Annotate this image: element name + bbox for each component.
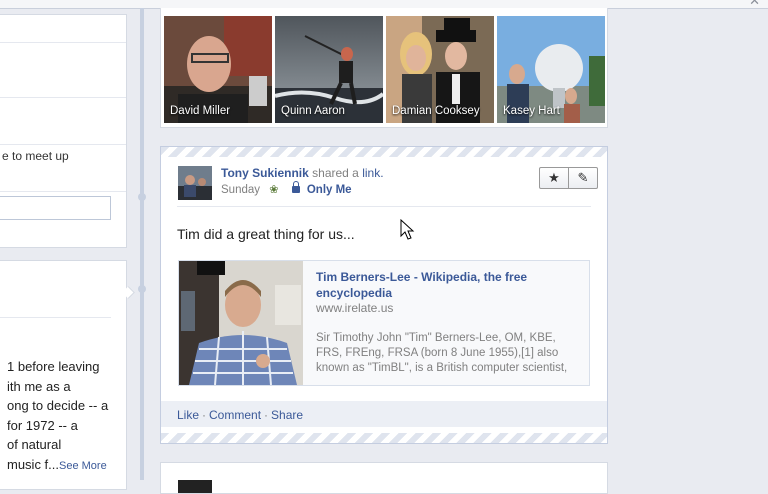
- close-icon[interactable]: ✕: [749, 0, 760, 9]
- post-meta: Sunday ❀ Only Me: [221, 181, 352, 196]
- list-row[interactable]: [0, 191, 126, 192]
- separator: ·: [264, 408, 269, 422]
- person-photo-icon: [179, 261, 303, 385]
- privacy-selector[interactable]: Only Me: [307, 184, 352, 196]
- post-message: Tim did a great thing for us...: [177, 226, 355, 242]
- next-post-card: [160, 462, 608, 494]
- pencil-icon: ✎: [577, 170, 589, 185]
- comment-link[interactable]: Comment: [209, 408, 261, 422]
- timeline-dot: [138, 193, 146, 201]
- post-action-buttons: ★ ✎: [539, 167, 598, 189]
- see-more-link[interactable]: See More: [59, 460, 107, 472]
- link-title[interactable]: Tim Berners-Lee - Wikipedia, the free en…: [316, 269, 572, 301]
- shared-link-post: Tony Sukiennik shared a link. Sunday ❀ O…: [160, 146, 608, 444]
- divider: [177, 206, 591, 207]
- friend-photo[interactable]: Damian Cooksey: [386, 16, 494, 123]
- friends-photos-card: David Miller Quinn Aaron Damian Cooksey …: [160, 8, 608, 128]
- avatar[interactable]: [178, 480, 212, 493]
- author-name-link[interactable]: Tony Sukiennik: [221, 166, 309, 180]
- link-preview[interactable]: Tim Berners-Lee - Wikipedia, the free en…: [178, 260, 590, 386]
- like-link[interactable]: Like: [177, 408, 199, 422]
- action-text: shared a: [312, 166, 359, 180]
- divider: [0, 317, 111, 318]
- list-row[interactable]: [0, 42, 126, 43]
- post-feedback-bar: Like · Comment · Share: [161, 401, 607, 427]
- card-stripe-bottom: [161, 433, 607, 443]
- post-date[interactable]: Sunday: [221, 184, 260, 196]
- timeline-spine: [140, 8, 144, 480]
- link-description: Sir Timothy John "Tim" Berners-Lee, OM, …: [316, 332, 568, 374]
- photo-name-label[interactable]: David Miller: [170, 105, 230, 117]
- left-text-input[interactable]: [0, 196, 111, 220]
- story-line: of natural: [7, 437, 62, 452]
- shared-link-link[interactable]: link.: [362, 166, 383, 180]
- app-icon[interactable]: ❀: [269, 183, 278, 196]
- story-line: for 1972 -- a: [7, 417, 78, 433]
- photo-name-label[interactable]: Damian Cooksey: [392, 105, 480, 117]
- photo-name-label[interactable]: Kasey Hart: [503, 105, 560, 117]
- star-button[interactable]: ★: [540, 168, 568, 188]
- friend-photo[interactable]: Kasey Hart: [497, 16, 605, 123]
- link-thumbnail[interactable]: [179, 261, 303, 385]
- friend-photo[interactable]: David Miller: [164, 16, 272, 123]
- photo-name-label[interactable]: Quinn Aaron: [281, 105, 345, 117]
- star-icon: ★: [548, 170, 560, 185]
- share-link[interactable]: Share: [271, 408, 303, 422]
- story-line: ong to decide -- a: [7, 398, 109, 413]
- avatar[interactable]: [178, 166, 212, 200]
- story-line-text: music f...: [7, 456, 60, 472]
- list-row[interactable]: [0, 97, 126, 98]
- avatar-photo-icon: [178, 166, 212, 200]
- left-timeline-column: e to meet up 1 before leaving ith me as …: [0, 8, 135, 490]
- feedback-links: Like · Comment · Share: [177, 408, 303, 422]
- edit-button[interactable]: ✎: [568, 168, 597, 188]
- separator: ·: [202, 408, 207, 422]
- timeline-dot: [138, 285, 146, 293]
- friend-photo[interactable]: Quinn Aaron: [275, 16, 383, 123]
- list-row[interactable]: [0, 144, 126, 145]
- left-fragment-text: e to meet up: [2, 149, 69, 163]
- left-story-card: 1 before leaving ith me as a ong to deci…: [0, 260, 127, 490]
- link-url: www.irelate.us: [316, 301, 394, 315]
- mouse-cursor-icon: [400, 219, 415, 240]
- story-line: music f...See More: [7, 455, 108, 477]
- lock-icon: [291, 181, 300, 193]
- card-stripe-top: [161, 147, 607, 157]
- story-line: ith me as a: [7, 378, 71, 394]
- story-text: 1 before leaving ith me as a ong to deci…: [7, 357, 108, 476]
- post-headline: Tony Sukiennik shared a link.: [221, 166, 384, 180]
- story-line: 1 before leaving: [7, 359, 100, 374]
